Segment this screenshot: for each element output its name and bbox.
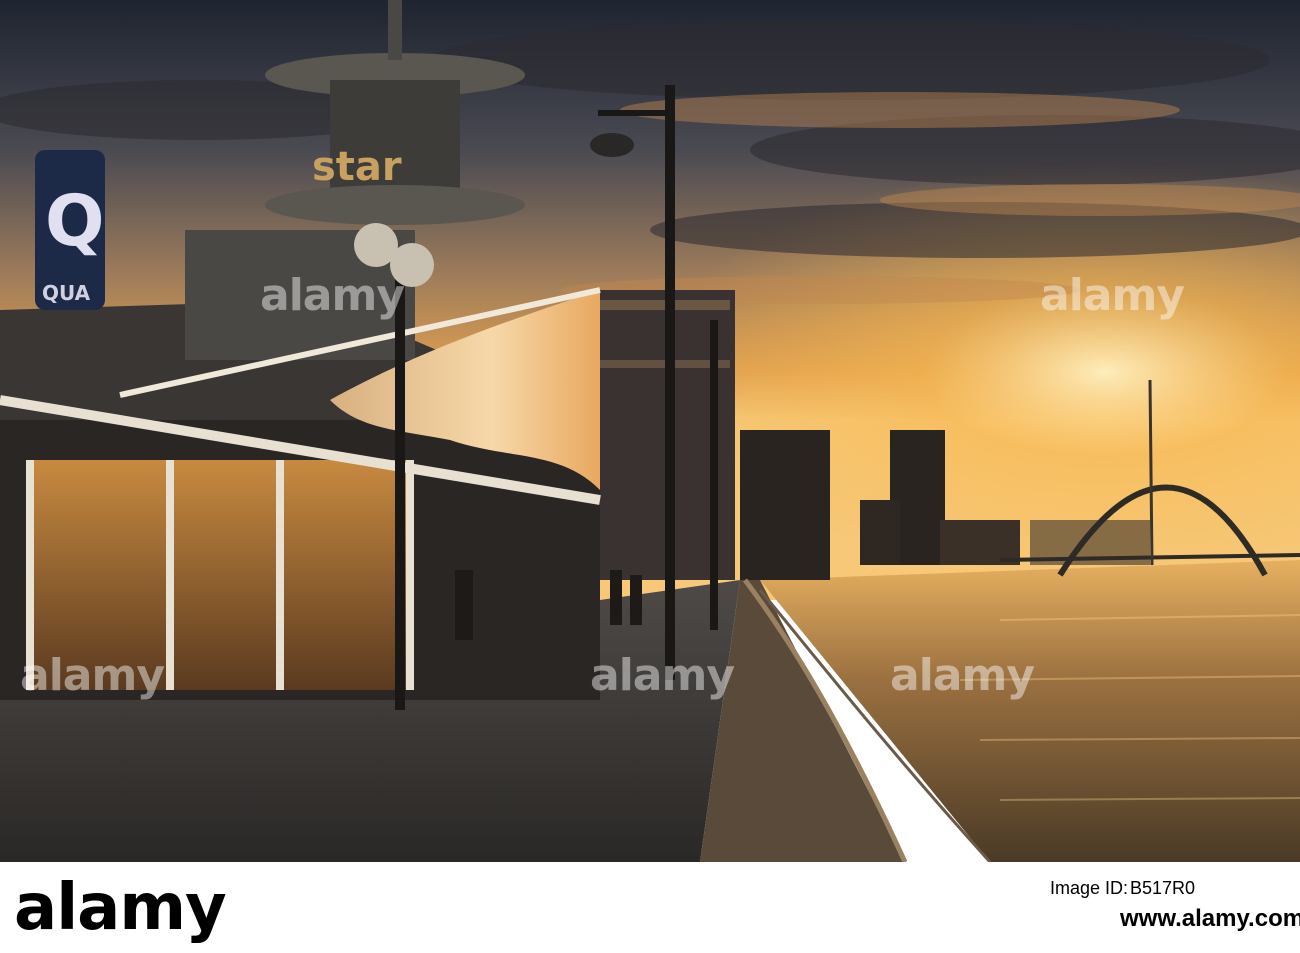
watermark: alamy xyxy=(20,650,165,701)
watermark: alamy xyxy=(590,650,735,701)
watermark: alamy xyxy=(260,270,405,321)
site-url: www.alamy.com xyxy=(1120,905,1300,932)
tower-lettering: star xyxy=(312,144,402,190)
image-id: B517R0 xyxy=(1130,878,1196,898)
watermark: alamy xyxy=(890,650,1035,701)
stock-photo: star Q QUA alamy alamy alamy alamy alamy xyxy=(0,0,1300,953)
watermark: alamy xyxy=(1040,270,1185,321)
sign-lettering: QUA xyxy=(42,281,91,305)
svg-text:Q: Q xyxy=(45,180,105,262)
photo-scene: star Q QUA xyxy=(0,0,1300,862)
alamy-logo: alamy xyxy=(14,871,227,945)
image-id-label: Image ID: xyxy=(1050,878,1129,898)
